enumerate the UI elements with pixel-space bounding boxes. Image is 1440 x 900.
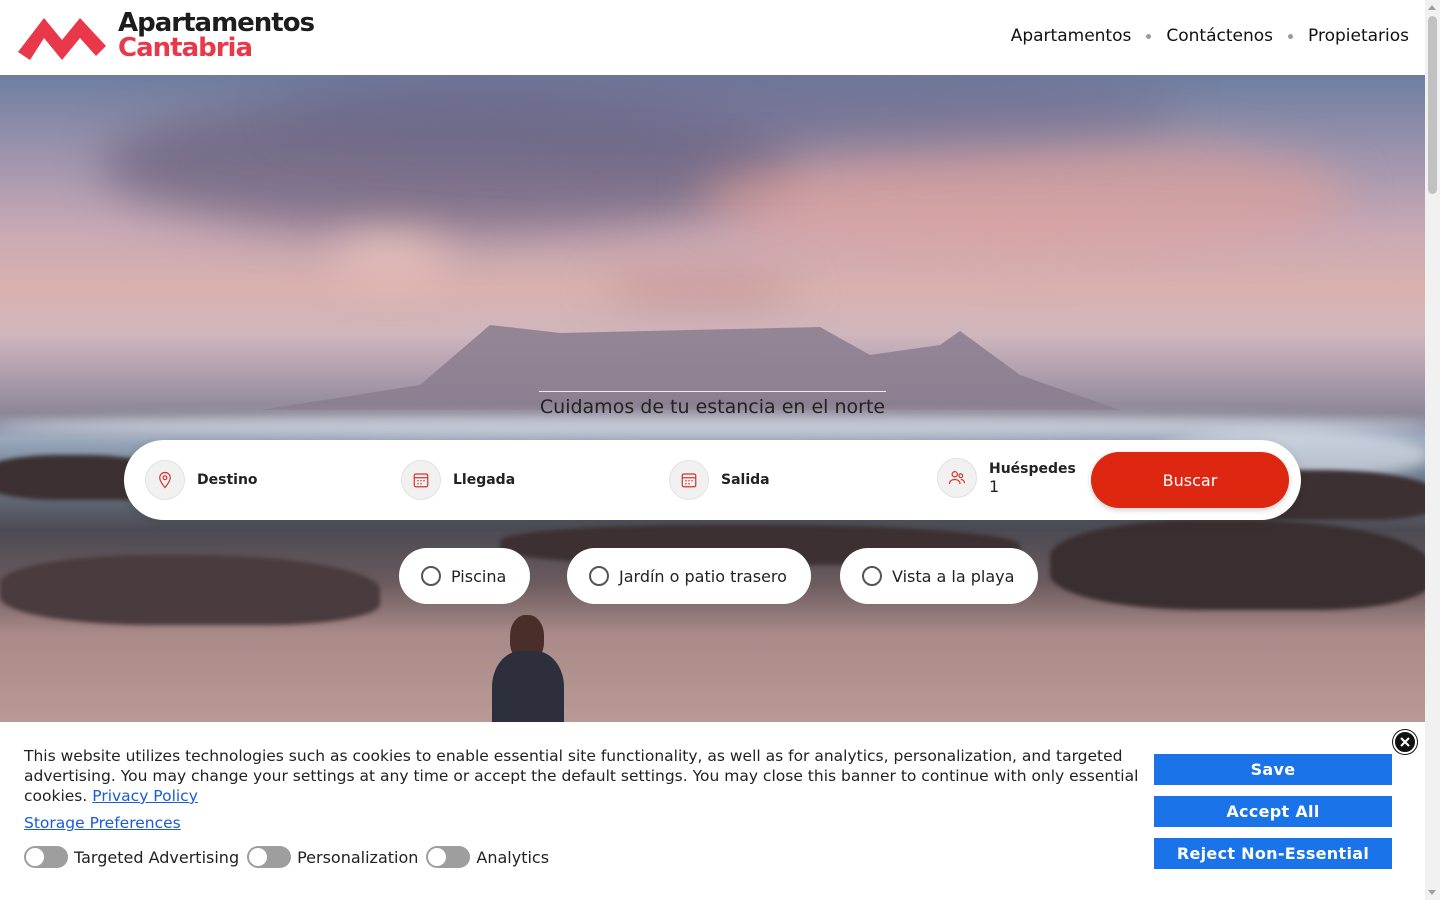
- targeted-advertising-switch[interactable]: [24, 846, 68, 868]
- accept-all-button[interactable]: Accept All: [1154, 796, 1392, 827]
- guests-label: Huéspedes: [989, 460, 1076, 477]
- cookie-banner: This website utilizes technologies such …: [0, 722, 1425, 900]
- nav-separator: [1146, 33, 1152, 39]
- toggle-personalization: Personalization: [247, 846, 418, 868]
- scroll-up-arrow-icon[interactable]: [1428, 5, 1436, 10]
- checkin-field[interactable]: Llegada: [401, 460, 515, 500]
- search-button[interactable]: Buscar: [1091, 452, 1289, 508]
- toggle-analytics: Analytics: [426, 846, 549, 868]
- nav-separator: [1288, 33, 1293, 39]
- toggle-label: Personalization: [297, 847, 419, 867]
- guests-count: 1: [989, 476, 1000, 496]
- person-figure: [490, 615, 566, 725]
- destination-label: Destino: [197, 472, 258, 488]
- calendar-icon: [401, 460, 441, 500]
- nav-apartamentos[interactable]: Apartamentos: [1011, 26, 1132, 46]
- save-button[interactable]: Save: [1154, 754, 1392, 785]
- checkout-label: Salida: [721, 472, 770, 488]
- toggle-label: Analytics: [476, 847, 550, 867]
- site-header: Apartamentos Cantabria Apartamentos Cont…: [0, 0, 1425, 75]
- guests-icon: [937, 458, 977, 498]
- main-nav: Apartamentos Contáctenos Propietarios: [1011, 26, 1409, 46]
- toggle-targeted-advertising: Targeted Advertising: [24, 846, 239, 868]
- nav-contactenos[interactable]: Contáctenos: [1166, 26, 1273, 46]
- storage-preferences-link[interactable]: Storage Preferences: [24, 814, 181, 832]
- search-bar: Destino Llegada Salida Huéspedes 1 Busca…: [124, 440, 1301, 520]
- logo-line-2: Cantabria: [118, 33, 253, 63]
- destination-field[interactable]: Destino: [145, 460, 258, 500]
- location-pin-icon: [145, 460, 185, 500]
- checkin-label: Llegada: [453, 472, 516, 488]
- filter-jardin[interactable]: Jardín o patio trasero: [567, 548, 811, 604]
- close-icon[interactable]: [1393, 730, 1417, 754]
- filter-vista-playa[interactable]: Vista a la playa: [840, 548, 1039, 604]
- guests-field[interactable]: Huéspedes 1: [937, 458, 1076, 498]
- filter-label: Jardín o patio trasero: [619, 566, 787, 586]
- page-scrollbar[interactable]: [1425, 0, 1440, 900]
- reject-non-essential-button[interactable]: Reject Non-Essential: [1154, 838, 1392, 869]
- logo-text: Apartamentos Cantabria: [118, 10, 315, 63]
- filter-label: Vista a la playa: [892, 566, 1015, 586]
- radio-icon: [589, 566, 609, 586]
- hero-tagline: Cuidamos de tu estancia en el norte: [539, 391, 886, 418]
- site-logo[interactable]: Apartamentos Cantabria: [16, 10, 315, 63]
- logo-mark-icon: [18, 18, 106, 60]
- scroll-thumb[interactable]: [1428, 16, 1437, 194]
- personalization-switch[interactable]: [247, 846, 292, 868]
- toggle-label: Targeted Advertising: [74, 847, 240, 867]
- scroll-down-arrow-icon[interactable]: [1428, 890, 1436, 895]
- radio-icon: [421, 566, 441, 586]
- radio-icon: [862, 566, 882, 586]
- cookie-text: This website utilizes technologies such …: [24, 746, 1139, 806]
- privacy-policy-link[interactable]: Privacy Policy: [92, 787, 198, 805]
- calendar-icon: [669, 460, 709, 500]
- analytics-switch[interactable]: [426, 846, 471, 868]
- nav-propietarios[interactable]: Propietarios: [1308, 26, 1409, 46]
- filter-piscina[interactable]: Piscina: [399, 548, 531, 604]
- checkout-field[interactable]: Salida: [669, 460, 770, 500]
- filter-label: Piscina: [451, 566, 507, 586]
- cookie-toggles: Targeted Advertising Personalization Ana…: [24, 846, 557, 868]
